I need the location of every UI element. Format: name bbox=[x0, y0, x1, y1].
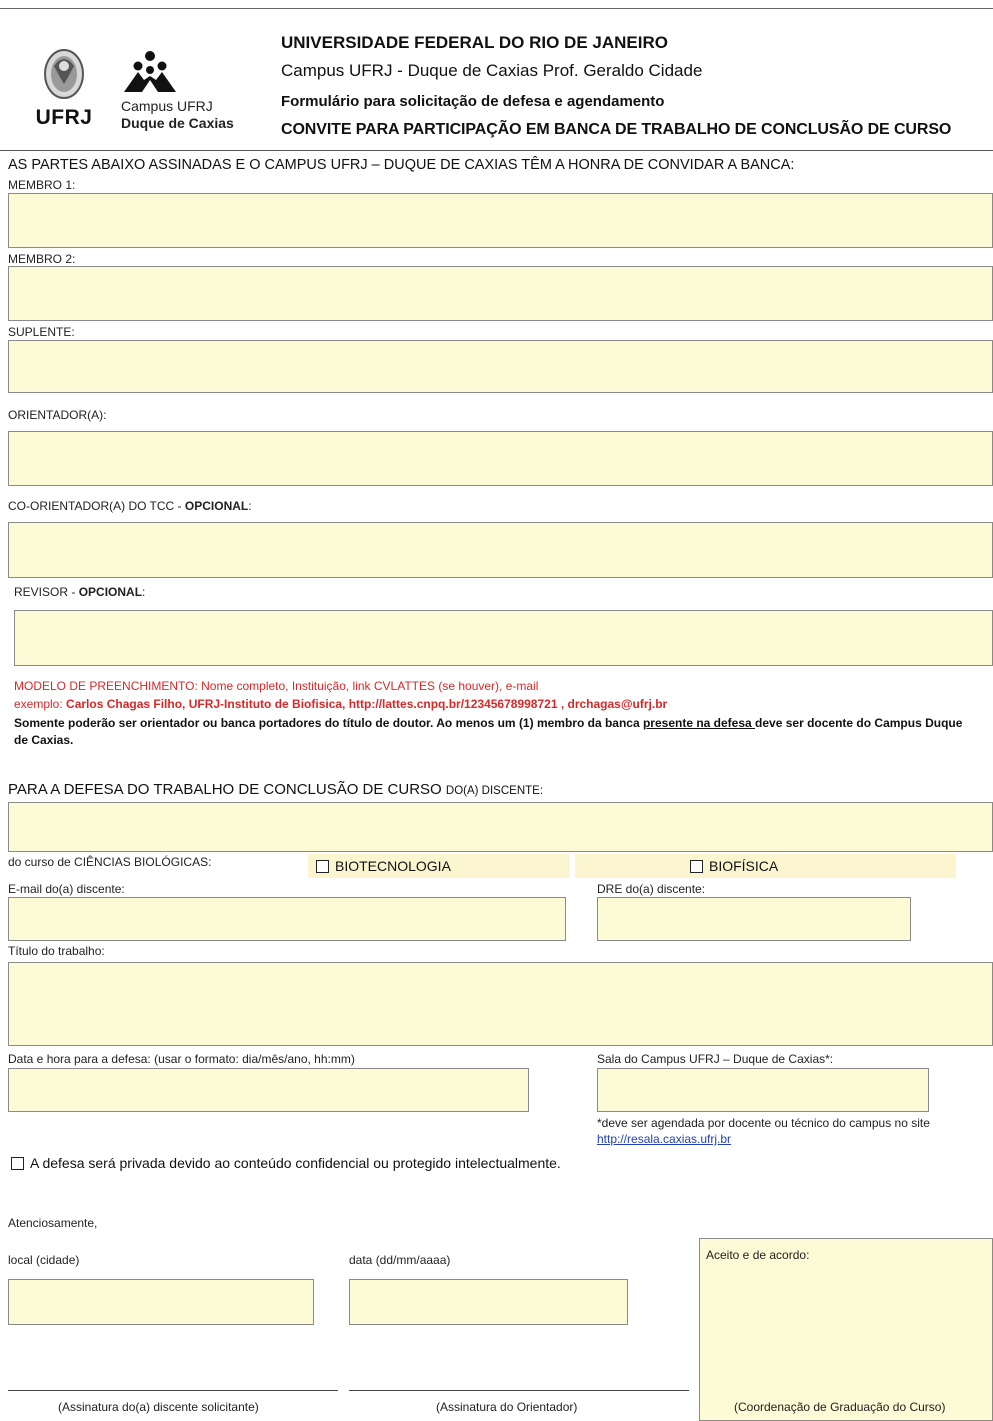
private-checkbox[interactable] bbox=[11, 1157, 24, 1170]
ufrj-wordmark: UFRJ bbox=[35, 106, 93, 129]
example-note: exemplo: Carlos Chagas Filho, UFRJ-Insti… bbox=[14, 697, 667, 711]
membro1-field[interactable] bbox=[8, 193, 993, 248]
membro2-field[interactable] bbox=[8, 266, 993, 321]
membro1-label: MEMBRO 1: bbox=[8, 178, 76, 192]
sig-student-line bbox=[8, 1390, 338, 1391]
datetime-field[interactable] bbox=[8, 1068, 529, 1112]
student-heading-main: PARA A DEFESA DO TRABALHO DE CONCLUSÃO D… bbox=[8, 781, 446, 798]
orientador-field[interactable] bbox=[8, 431, 993, 486]
coorientador-label: CO-ORIENTADOR(A) DO TCC - OPCIONAL: bbox=[8, 499, 252, 513]
campus-logo-line2: Duque de Caxias bbox=[121, 115, 234, 131]
date-label: data (dd/mm/aaaa) bbox=[349, 1253, 451, 1267]
intro-text: AS PARTES ABAIXO ASSINADAS E O CAMPUS UF… bbox=[8, 157, 795, 173]
biofis-checkbox[interactable] bbox=[690, 860, 703, 873]
campus-logo-line1: Campus UFRJ bbox=[121, 98, 213, 114]
sig-advisor-line bbox=[349, 1390, 689, 1391]
rule-part1: Somente poderão ser orientador ou banca … bbox=[14, 716, 643, 730]
membro2-label: MEMBRO 2: bbox=[8, 252, 76, 266]
title-label: Título do trabalho: bbox=[8, 944, 105, 958]
private-option[interactable]: A defesa será privada devido ao conteúdo… bbox=[11, 1155, 561, 1171]
email-label: E-mail do(a) discente: bbox=[8, 882, 125, 896]
revisor-label-text: REVISOR - bbox=[14, 585, 79, 599]
sig-student-label: (Assinatura do(a) discente solicitante) bbox=[58, 1400, 259, 1414]
datetime-label: Data e hora para a defesa: (usar o forma… bbox=[8, 1052, 355, 1066]
biotec-option[interactable]: BIOTECNOLOGIA bbox=[316, 858, 451, 874]
room-link[interactable]: http://resala.caxias.ufrj.br bbox=[597, 1132, 731, 1146]
biotec-label: BIOTECNOLOGIA bbox=[335, 858, 451, 874]
title-field[interactable] bbox=[8, 962, 993, 1046]
opcional-tag: OPCIONAL bbox=[78, 585, 143, 599]
coorientador-field[interactable] bbox=[8, 522, 993, 578]
ufrj-seal-icon bbox=[44, 49, 84, 99]
local-label: local (cidade) bbox=[8, 1253, 80, 1267]
rule-underlined: presente na defesa bbox=[642, 716, 756, 730]
course-label: do curso de CIÊNCIAS BIOLÓGICAS: bbox=[8, 855, 212, 869]
sig-coord-label: (Coordenação de Graduação do Curso) bbox=[734, 1400, 946, 1414]
regards-text: Atenciosamente, bbox=[8, 1216, 98, 1230]
example-prefix: exemplo: bbox=[14, 697, 67, 711]
local-field[interactable] bbox=[8, 1279, 314, 1325]
email-field[interactable] bbox=[8, 897, 566, 941]
biofis-option[interactable]: BIOFÍSICA bbox=[690, 858, 778, 874]
private-label: A defesa será privada devido ao conteúdo… bbox=[30, 1155, 561, 1171]
campus-name: Campus UFRJ - Duque de Caxias Prof. Gera… bbox=[281, 61, 703, 80]
invitation-title: CONVITE PARA PARTICIPAÇÃO EM BANCA DE TR… bbox=[281, 121, 952, 138]
room-label: Sala do Campus UFRJ – Duque de Caxias*: bbox=[597, 1052, 834, 1066]
student-heading-small: DO(A) DISCENTE: bbox=[445, 785, 544, 797]
biotec-checkbox[interactable] bbox=[316, 860, 329, 873]
opcional-tag: OPCIONAL bbox=[184, 499, 249, 513]
revisor-field[interactable] bbox=[14, 610, 993, 666]
suplente-field[interactable] bbox=[8, 340, 993, 393]
student-heading: PARA A DEFESA DO TRABALHO DE CONCLUSÃO D… bbox=[8, 781, 543, 798]
revisor-label: REVISOR - OPCIONAL: bbox=[14, 585, 145, 599]
header-rule bbox=[0, 150, 993, 151]
sig-advisor-label: (Assinatura do Orientador) bbox=[436, 1400, 578, 1414]
approval-box[interactable] bbox=[699, 1238, 993, 1421]
suplente-label: SUPLENTE: bbox=[8, 325, 75, 339]
colon: : bbox=[142, 585, 146, 599]
example-value: Carlos Chagas Filho, UFRJ-Instituto de B… bbox=[66, 697, 668, 711]
form-title: Formulário para solicitação de defesa e … bbox=[281, 93, 665, 110]
room-note: *deve ser agendada por docente ou técnic… bbox=[597, 1116, 930, 1130]
ufrj-logo: UFRJ bbox=[24, 44, 104, 136]
date-field[interactable] bbox=[349, 1279, 628, 1325]
orientador-label: ORIENTADOR(A): bbox=[8, 408, 107, 422]
top-rule bbox=[0, 8, 993, 9]
biofis-label: BIOFÍSICA bbox=[709, 858, 779, 874]
campus-logo: Campus UFRJ Duque de Caxias bbox=[118, 50, 242, 134]
university-name: UNIVERSIDADE FEDERAL DO RIO DE JANEIRO bbox=[281, 33, 668, 52]
campus-people-icon bbox=[124, 51, 176, 92]
student-name-field[interactable] bbox=[8, 802, 993, 852]
coorientador-label-text: CO-ORIENTADOR(A) DO TCC - bbox=[8, 499, 185, 513]
accept-label: Aceito e de acordo: bbox=[706, 1248, 810, 1262]
rule-note: Somente poderão ser orientador ou banca … bbox=[14, 715, 979, 749]
dre-label: DRE do(a) discente: bbox=[597, 882, 706, 896]
model-note: MODELO DE PREENCHIMENTO: Nome completo, … bbox=[14, 679, 539, 693]
dre-field[interactable] bbox=[597, 897, 911, 941]
room-field[interactable] bbox=[597, 1068, 929, 1112]
colon: : bbox=[248, 499, 252, 513]
